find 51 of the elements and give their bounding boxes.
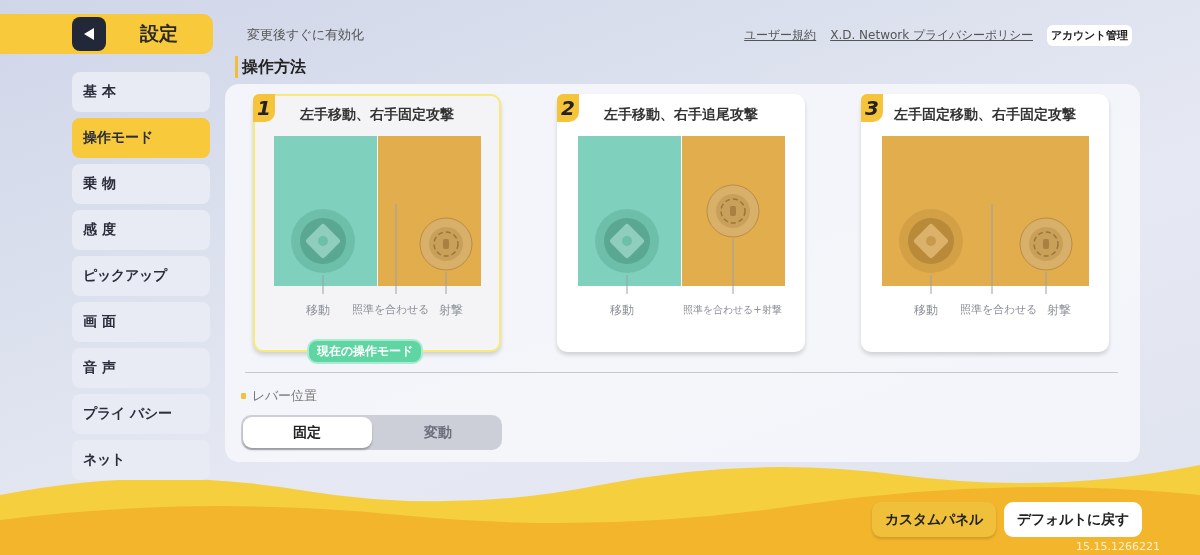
mode-number: 2	[557, 94, 579, 122]
version-text: 15.15.1266221	[1076, 540, 1160, 553]
mode-card[interactable]: 2 左手移動、右手追尾攻撃 移動 照準を合わせる+射撃	[557, 94, 805, 352]
section-title: 操作方法	[235, 56, 1140, 78]
link[interactable]: X.D. Network プライバシーポリシー	[830, 26, 1033, 44]
mode-card[interactable]: 3 左手固定移動、右手固定攻撃 移動 照準を合わせる 射撃	[861, 94, 1109, 352]
link[interactable]: ユーザー規約	[744, 26, 817, 44]
current-mode-badge: 現在の操作モード	[307, 339, 423, 364]
crosshair-icon	[419, 217, 472, 271]
sidebar-item[interactable]: ネット	[72, 440, 210, 480]
control-label: 移動	[305, 302, 330, 319]
control-label: 照準を合わせる	[352, 303, 429, 317]
sidebar-item[interactable]: 操作モード	[72, 118, 210, 158]
crosshair-icon	[1019, 217, 1072, 271]
mode-number: 3	[861, 94, 883, 122]
control-label: 射撃	[438, 302, 463, 319]
crosshair-icon	[706, 184, 759, 238]
leader-line	[322, 274, 323, 295]
control-label: 射撃	[1046, 302, 1071, 319]
sidebar-item[interactable]: 乗 物	[72, 164, 210, 204]
sidebar-item[interactable]: ピックアップ	[72, 256, 210, 296]
sidebar-item[interactable]: 基 本	[72, 72, 210, 112]
joystick-icon	[898, 209, 963, 273]
sidebar-item[interactable]: プライ バシー	[72, 394, 210, 434]
back-icon	[83, 27, 95, 41]
mode-title: 左手固定移動、右手固定攻撃	[894, 106, 1076, 124]
custom-panel-button[interactable]: カスタムパネル	[872, 502, 996, 537]
lever-label: レバー位置	[241, 387, 1140, 405]
mode-title: 左手移動、右手追尾攻撃	[604, 106, 758, 124]
control-label: 照準を合わせる+射撃	[683, 303, 782, 317]
notice-text: 変更後すぐに有効化	[247, 26, 364, 44]
back-button[interactable]	[72, 17, 106, 51]
sidebar-item[interactable]: 画 面	[72, 302, 210, 342]
account-button[interactable]: アカウント管理	[1047, 24, 1132, 46]
page-title: 設定	[140, 21, 178, 46]
segment-option[interactable]: 固定	[243, 417, 372, 448]
leader-line	[732, 238, 733, 295]
joystick-icon	[290, 209, 355, 273]
leader-line	[445, 271, 446, 295]
control-label: 移動	[913, 302, 938, 319]
sidebar-item[interactable]: 音 声	[72, 348, 210, 388]
reset-button[interactable]: デフォルトに戻す	[1004, 502, 1142, 537]
sidebar-item[interactable]: 感 度	[72, 210, 210, 250]
control-label: 照準を合わせる	[960, 303, 1037, 317]
mode-number: 1	[253, 94, 275, 122]
leader-line	[1045, 271, 1046, 295]
joystick-icon	[594, 209, 659, 273]
leader-line	[930, 274, 931, 295]
leader-line	[626, 274, 627, 295]
control-label: 移動	[609, 302, 634, 319]
mode-title: 左手移動、右手固定攻撃	[300, 106, 454, 124]
